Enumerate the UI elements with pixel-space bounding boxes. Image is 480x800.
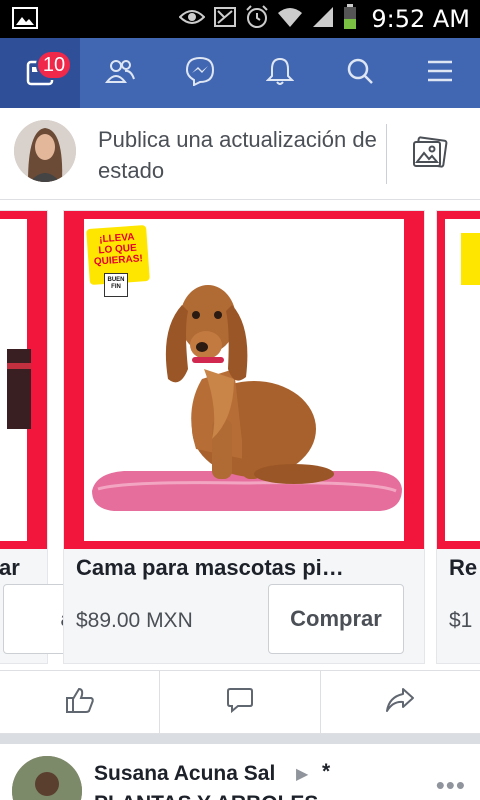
share-button[interactable]	[321, 671, 480, 733]
photo-icon	[412, 136, 448, 174]
nav-home[interactable]: 10	[0, 38, 80, 108]
product-card[interactable]: Re $1	[436, 210, 480, 664]
product-card[interactable]: Walmart.com.mx ¡LLEVA LO QUE QUIERAS! BU…	[63, 210, 425, 664]
arrow-right-icon: ▶	[296, 766, 309, 783]
post-actions	[0, 670, 480, 734]
product-card[interactable]: ar ar	[0, 210, 139, 664]
divider	[386, 124, 387, 184]
gallery-icon	[12, 6, 38, 35]
search-icon	[346, 57, 374, 90]
promo-badge	[461, 233, 480, 285]
profile-avatar[interactable]	[14, 120, 76, 182]
product-price: $1	[449, 609, 473, 632]
status-composer: Publica una actualización de estado	[0, 108, 480, 200]
top-nav: 10	[0, 38, 480, 108]
wifi-icon	[277, 6, 303, 33]
product-title: Re	[449, 555, 478, 580]
nfc-icon	[213, 6, 237, 33]
buen-fin-logo: BUEN FIN	[104, 273, 128, 297]
product-title: ar	[0, 555, 20, 580]
product-carousel[interactable]: ar ar	[0, 200, 480, 670]
product-price: $89.00 MXN	[76, 609, 193, 632]
comment-icon	[226, 686, 254, 719]
eye-icon	[178, 8, 206, 31]
menu-icon	[426, 59, 454, 88]
battery-icon	[343, 3, 357, 35]
post-group[interactable]: PLANTAS Y ARBOLES	[94, 792, 318, 800]
product-image: Walmart.com.mx ¡LLEVA LO QUE QUIERAS! BU…	[64, 211, 424, 549]
comment-button[interactable]	[160, 671, 321, 733]
status-input[interactable]: Publica una actualización de estado	[98, 124, 378, 186]
messenger-icon	[185, 56, 215, 91]
nav-messenger[interactable]	[160, 38, 240, 108]
friends-icon	[104, 57, 135, 90]
post-suffix: *	[322, 760, 331, 783]
alarm-icon	[245, 4, 269, 34]
like-button[interactable]	[0, 671, 161, 733]
notifications-icon	[265, 56, 295, 91]
status-bar: 9:52 AM	[0, 0, 480, 38]
clock-time: 9:52 AM	[371, 5, 470, 33]
product-title: Cama para mascotas pi…	[76, 555, 344, 580]
author-avatar[interactable]	[12, 756, 82, 800]
share-icon	[385, 686, 415, 719]
like-icon	[65, 686, 95, 719]
nav-friends[interactable]	[80, 38, 160, 108]
feed-separator	[0, 734, 480, 744]
feed-post: Susana Acuna Sal ▶ * PLANTAS Y ARBOLES •…	[0, 744, 480, 800]
more-options-icon[interactable]: •••	[436, 770, 466, 800]
nav-search[interactable]	[320, 38, 400, 108]
notification-badge: 10	[36, 50, 72, 80]
buy-button[interactable]: Comprar	[268, 584, 404, 654]
signal-icon	[311, 6, 335, 33]
post-author[interactable]: Susana Acuna Sal	[94, 762, 275, 786]
nav-menu[interactable]	[400, 38, 480, 108]
product-image	[0, 211, 47, 549]
photo-button[interactable]	[412, 136, 448, 175]
product-image	[437, 211, 480, 549]
nav-notifications[interactable]	[240, 38, 320, 108]
